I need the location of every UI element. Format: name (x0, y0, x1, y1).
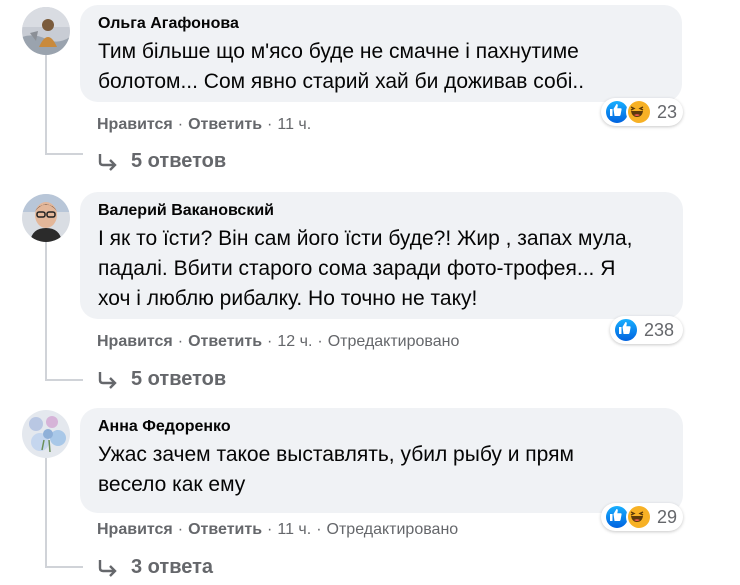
comment-text-line: І як то їсти? Він сам його їсти буде?! Ж… (98, 227, 633, 250)
separator-dot: · (267, 333, 273, 350)
separator-dot: · (177, 521, 184, 538)
avatar-photo-olga (22, 7, 70, 55)
comment-text-line: Тим більше що м'ясо буде не смачне і пах… (98, 40, 579, 63)
thread-line (45, 458, 47, 568)
thread-line (45, 153, 83, 155)
reactions-summary[interactable]: 23 (601, 98, 683, 126)
comment-bubble: Валерий Вакановский І як то їсти? Він са… (80, 192, 683, 319)
haha-icon (625, 504, 652, 530)
reply-button[interactable]: Ответить (188, 333, 262, 351)
avatar[interactable] (22, 7, 70, 55)
like-icon (613, 317, 639, 343)
thread-line (45, 379, 83, 381)
comment-author[interactable]: Анна Федоренко (98, 417, 669, 437)
comment-author[interactable]: Ольга Агафонова (98, 14, 668, 34)
replies-count-label[interactable]: 5 ответов (131, 368, 226, 391)
reply-arrow-icon (98, 559, 117, 577)
reaction-count: 238 (644, 319, 675, 340)
separator-dot: · (177, 116, 184, 133)
comment-time[interactable]: 11 ч. (277, 116, 311, 134)
comment-actions: Нравится · Ответить · 11 ч. (97, 116, 311, 134)
separator-dot: · (316, 521, 322, 538)
avatar-photo-valeriy (22, 194, 70, 242)
avatar[interactable] (22, 194, 70, 242)
view-replies-link[interactable]: 5 ответов (97, 368, 226, 391)
reactions-summary[interactable]: 238 (610, 316, 683, 344)
separator-dot: · (267, 116, 273, 133)
comment-time[interactable]: 12 ч. (277, 333, 312, 351)
edited-label: Отредактировано (326, 521, 459, 538)
comment-author[interactable]: Валерий Вакановский (98, 201, 669, 221)
comment-text-line: падалі. Вбити старого сома заради фото-т… (98, 257, 616, 280)
reaction-count: 29 (656, 506, 677, 527)
reply-button[interactable]: Ответить (188, 521, 262, 539)
separator-dot: · (317, 333, 323, 350)
view-replies-link[interactable]: 5 ответов (97, 150, 226, 173)
thread-line (45, 566, 83, 568)
comment-bubble: Анна Федоренко Ужас зачем такое выставля… (80, 408, 683, 513)
reactions-summary[interactable]: 29 (601, 503, 683, 531)
replies-count-label[interactable]: 3 ответа (131, 556, 213, 579)
edited-label: Отредактировано (327, 333, 460, 350)
comment-actions: Нравится · Ответить · 11 ч. · Отредактир… (97, 521, 458, 539)
comment-time[interactable]: 11 ч. (277, 521, 311, 539)
comment-bubble: Ольга Агафонова Тим більше що м'ясо буде… (80, 5, 682, 102)
separator-dot: · (177, 333, 184, 350)
comment-text-line: Ужас зачем такое выставлять, убил рыбу и… (98, 443, 574, 466)
thread-line (45, 242, 47, 381)
comment-text-line: весело как ему (98, 473, 246, 496)
like-button[interactable]: Нравится (97, 521, 173, 539)
comment-text-line: хоч і люблю рибалку. Но точно не таку! (98, 287, 478, 310)
replies-count-label[interactable]: 5 ответов (131, 150, 226, 173)
reply-arrow-icon (98, 371, 117, 389)
like-button[interactable]: Нравится (97, 116, 173, 134)
view-replies-link[interactable]: 3 ответа (97, 556, 213, 579)
avatar[interactable] (22, 410, 70, 458)
separator-dot: · (267, 521, 273, 538)
haha-icon (625, 99, 652, 125)
reply-arrow-icon (98, 153, 117, 171)
avatar-photo-anna (22, 410, 70, 458)
comment-text-line: болотом... Сом явно старий хай би дожива… (98, 70, 585, 93)
reaction-count: 23 (656, 101, 677, 122)
comment-actions: Нравится · Ответить · 12 ч. · Отредактир… (97, 333, 459, 351)
like-button[interactable]: Нравится (97, 333, 173, 351)
comment-thread: Ольга Агафонова Тим більше що м'ясо буде… (0, 0, 740, 585)
thread-line (45, 55, 47, 155)
reply-button[interactable]: Ответить (188, 116, 262, 134)
